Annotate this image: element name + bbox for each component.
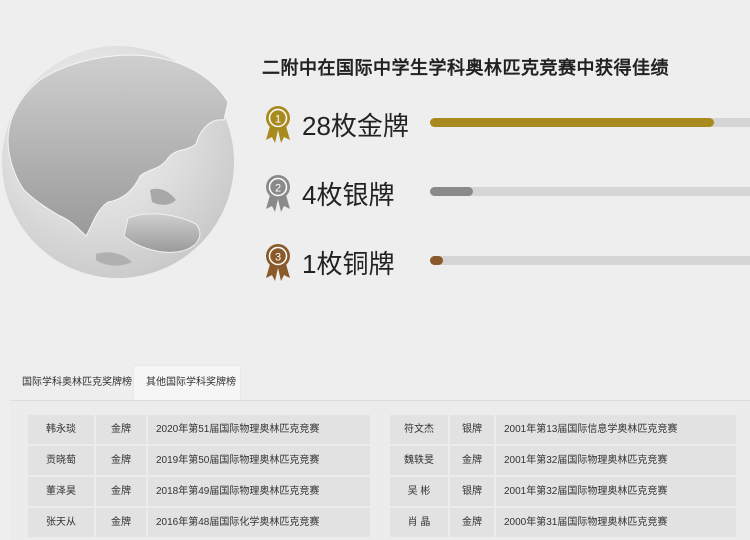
winner-name: 吴 彬 [390, 477, 448, 506]
gold-progress-fill [430, 118, 714, 127]
page-title: 二附中在国际中学生学科奥林匹克竞赛中获得佳绩 [262, 58, 669, 78]
winner-name: 张天从 [28, 508, 94, 537]
tab-other-medals[interactable]: 其他国际学科奖牌榜 [134, 366, 240, 400]
medal-type: 金牌 [96, 446, 146, 475]
medal-type: 金牌 [96, 477, 146, 506]
competition-name: 2001年第32届国际物理奥林匹克竞赛 [496, 477, 736, 506]
silver-progress-fill [430, 187, 473, 196]
silver-progress-track [430, 187, 750, 196]
medal-type: 金牌 [450, 446, 494, 475]
gold-medal-number: 1 [275, 114, 281, 126]
tab-olympiad-medals[interactable]: 国际学科奥林匹克奖牌榜 [10, 366, 144, 401]
competition-name: 2019年第50届国际物理奥林匹克竞赛 [148, 446, 370, 475]
winner-name: 董泽昊 [28, 477, 94, 506]
winner-name: 贡晓萄 [28, 446, 94, 475]
gold-progress-track [430, 118, 750, 127]
winner-name: 肖 晶 [390, 508, 448, 537]
competition-name: 2001年第13届国际信息学奥林匹克竞赛 [496, 415, 736, 444]
silver-medal-row: 2 4枚银牌 [264, 173, 750, 213]
competition-name: 2001年第32届国际物理奥林匹克竞赛 [496, 446, 736, 475]
gold-medal-row: 1 28枚金牌 [264, 104, 750, 144]
silver-medal-icon: 2 [266, 175, 290, 212]
gold-medal-icon: 1 [266, 106, 290, 143]
competition-name: 2016年第48届国际化学奥林匹克竞赛 [148, 508, 370, 537]
medal-type: 金牌 [96, 508, 146, 537]
bronze-medal-row: 3 1枚铜牌 [264, 242, 750, 282]
silver-medal-label: 4枚银牌 [302, 180, 395, 210]
silver-medal-number: 2 [275, 183, 281, 195]
globe-illustration [2, 46, 234, 278]
competition-name: 2020年第51届国际物理奥林匹克竞赛 [148, 415, 370, 444]
bronze-progress-fill [430, 256, 444, 265]
medal-table-area: 韩永琰 金牌 2020年第51届国际物理奥林匹克竞赛 贡晓萄 金牌 2019年第… [10, 400, 750, 540]
medal-type: 银牌 [450, 477, 494, 506]
competition-name: 2000年第31届国际物理奥林匹克竞赛 [496, 508, 736, 537]
medal-type: 金牌 [96, 415, 146, 444]
winner-name: 符文杰 [390, 415, 448, 444]
medal-type: 金牌 [450, 508, 494, 537]
bronze-medal-label: 1枚铜牌 [302, 249, 395, 279]
bronze-medal-icon: 3 [266, 244, 290, 281]
competition-name: 2018年第49届国际物理奥林匹克竞赛 [148, 477, 370, 506]
bronze-medal-number: 3 [275, 252, 281, 264]
winner-name: 韩永琰 [28, 415, 94, 444]
bronze-progress-track [430, 256, 750, 265]
gold-medal-label: 28枚金牌 [302, 111, 409, 141]
winner-name: 魏轶旻 [390, 446, 448, 475]
medal-type: 银牌 [450, 415, 494, 444]
